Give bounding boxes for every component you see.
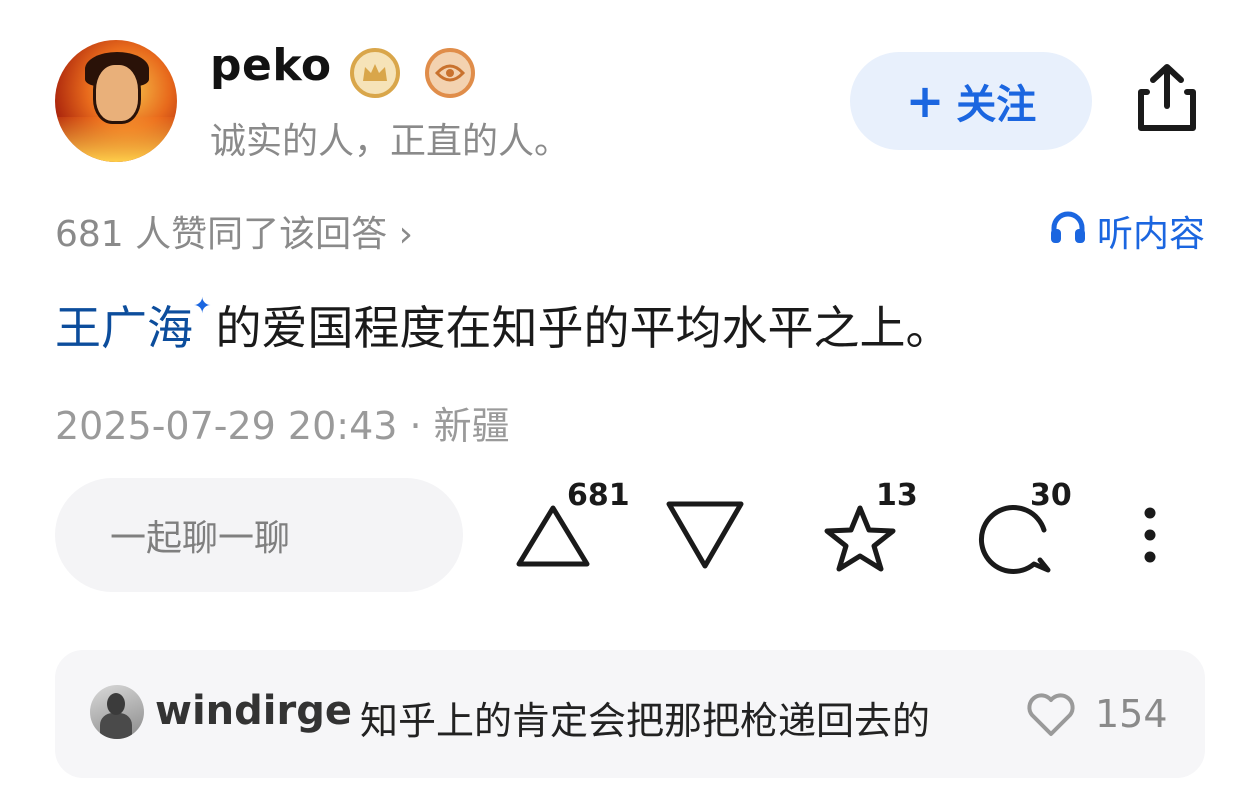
sparkle-icon: ✦ [193, 294, 212, 319]
mention-link[interactable]: 王广海 [55, 301, 193, 355]
meta-row: 681 人赞同了该回答 › 听内容 [55, 205, 1205, 255]
favorite-button[interactable]: 13 [820, 478, 918, 580]
commenter-name[interactable]: windirge [155, 688, 352, 734]
avatar-head [107, 693, 125, 715]
upvote-button[interactable]: 681 [515, 478, 630, 580]
comment-like-count: 154 [1095, 692, 1168, 736]
author-avatar[interactable] [55, 40, 177, 162]
downvote-icon [666, 501, 744, 569]
more-options-icon[interactable] [1138, 505, 1162, 565]
follow-button[interactable]: + 关注 [850, 52, 1092, 150]
top-comment-preview[interactable]: windirge 知乎上的肯定会把那把枪递回去的 154 [55, 650, 1205, 778]
follow-label: 关注 [956, 82, 1037, 128]
author-name[interactable]: peko [210, 40, 332, 91]
author-bio: 诚实的人，正直的人。 [210, 121, 571, 162]
comment-placeholder: 一起聊一聊 [110, 518, 291, 559]
upvote-count: 681 [567, 478, 630, 513]
eye-badge-icon[interactable] [425, 48, 475, 98]
comment-input[interactable]: 一起聊一聊 [55, 478, 463, 592]
avatar-body [100, 713, 132, 739]
listen-button[interactable]: 听内容 [1049, 205, 1205, 257]
comment-count: 30 [1030, 478, 1072, 513]
headphone-icon [1049, 209, 1087, 254]
plus-icon: + [905, 74, 945, 128]
answer-text: 的爱国程度在知乎的平均水平之上。 [215, 301, 952, 355]
favorite-count: 13 [876, 478, 918, 513]
avatar-face [93, 62, 141, 124]
commenter-avatar[interactable] [90, 685, 144, 739]
comments-button[interactable]: 30 [978, 478, 1072, 580]
share-icon[interactable] [1133, 62, 1201, 134]
heart-icon[interactable] [1025, 692, 1077, 742]
comment-text: 知乎上的肯定会把那把枪递回去的 [360, 699, 931, 743]
answer-content: 王广海✦的爱国程度在知乎的平均水平之上。 [55, 292, 951, 358]
agree-count-link[interactable]: 681 人赞同了该回答 › [55, 205, 413, 257]
listen-label: 听内容 [1096, 214, 1205, 255]
author-header: peko 诚实的人，正直的人。 + 关注 [55, 40, 1205, 165]
crown-badge-icon[interactable] [350, 48, 400, 98]
downvote-button[interactable] [665, 490, 745, 580]
timestamp-location: 2025-07-29 20:43 · 新疆 [55, 404, 510, 448]
